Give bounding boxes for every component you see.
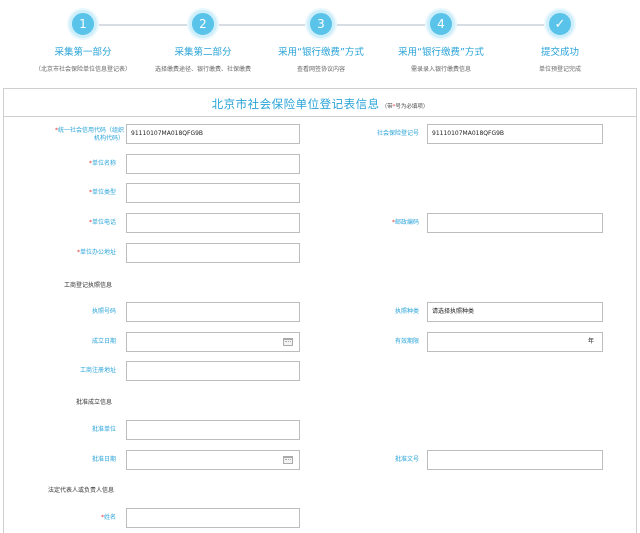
step-5-title: 提交成功 xyxy=(540,47,579,58)
approve-date-label: 批准日期 xyxy=(91,456,116,463)
progress-steps: 1 采集第一部分 （北京市社会保险单位信息登记表） 2 采集第二部分 选择缴费途… xyxy=(0,0,640,82)
step-3-desc: 查看网签协议内容 xyxy=(296,66,345,73)
person-name-label: *姓名 xyxy=(100,514,116,521)
unit-name-label: *单位名称 xyxy=(88,160,116,167)
step-4-desc: 需录录入银行缴费信息 xyxy=(410,66,471,73)
step-4-number: 4 xyxy=(427,10,455,38)
approve-unit-input[interactable] xyxy=(126,420,300,440)
unit-type-label: *单位类型 xyxy=(88,189,116,196)
year-suffix: 年 xyxy=(587,338,594,345)
form-title: 北京市社会保险单位登记表信息 xyxy=(211,97,380,111)
step-2-number: 2 xyxy=(189,10,217,38)
step-3-number: 3 xyxy=(307,10,335,38)
social-no-input[interactable]: 91110107MA018QFG9B xyxy=(427,124,603,144)
approve-unit-label: 批准单位 xyxy=(91,426,116,433)
step-1-number: 1 xyxy=(69,10,97,38)
step-1-desc: （北京市社会保险单位信息登记表） xyxy=(34,66,131,73)
section-business-license: 工商登记执照信息 xyxy=(64,282,113,289)
social-no-label: 社会保险登记号 xyxy=(376,130,419,137)
calendar-icon[interactable] xyxy=(283,338,293,346)
section-legal-representative: 法定代表人或负责人信息 xyxy=(48,487,115,494)
credit-code-label: *统一社会信用代码（组织机构代码） xyxy=(54,127,124,142)
required-note: （带*号为必填项） xyxy=(381,104,429,110)
step-2-title: 采集第二部分 xyxy=(174,47,232,58)
license-type-label: 执照种类 xyxy=(394,308,419,315)
approve-doc-input[interactable] xyxy=(427,450,603,470)
step-2: 2 采集第二部分 选择缴费途径、银行缴费、社保缴费 xyxy=(143,10,263,73)
step-3-title: 采用“银行缴费”方式 xyxy=(278,47,364,58)
registration-form: 北京市社会保险单位登记表信息 （带*号为必填项） *统一社会信用代码（组织机构代码… xyxy=(3,88,637,533)
license-no-label: 执照号码 xyxy=(91,308,116,315)
unit-type-input[interactable] xyxy=(126,183,300,203)
person-name-input[interactable] xyxy=(126,508,300,528)
approve-date-input[interactable] xyxy=(126,450,300,470)
calendar-icon[interactable] xyxy=(283,456,293,464)
postcode-label: *邮政编码 xyxy=(391,219,419,226)
license-no-input[interactable] xyxy=(126,302,300,322)
valid-period-label: 有效期限 xyxy=(394,338,419,345)
approve-doc-label: 批准文号 xyxy=(394,456,419,463)
unit-name-input[interactable] xyxy=(126,154,300,174)
office-addr-input[interactable] xyxy=(126,243,300,263)
reg-addr-input[interactable] xyxy=(126,361,300,381)
step-4: 4 采用“银行缴费”方式 需录录入银行缴费信息 xyxy=(381,10,501,73)
step-4-title: 采用“银行缴费”方式 xyxy=(398,47,484,58)
reg-addr-label: 工商注册地址 xyxy=(79,367,116,374)
check-icon: ✓ xyxy=(546,10,574,38)
postcode-input[interactable] xyxy=(427,213,603,233)
step-2-desc: 选择缴费途径、银行缴费、社保缴费 xyxy=(154,66,251,73)
step-5: ✓ 提交成功 单位预登记完成 xyxy=(500,10,620,73)
step-1: 1 采集第一部分 （北京市社会保险单位信息登记表） xyxy=(23,10,143,73)
license-type-select[interactable]: 请选择执照种类 xyxy=(427,302,603,322)
step-3: 3 采用“银行缴费”方式 查看网签协议内容 xyxy=(261,10,381,73)
unit-phone-input[interactable] xyxy=(126,213,300,233)
office-addr-label: *单位办公地址 xyxy=(76,249,116,256)
valid-period-input[interactable]: 年 xyxy=(427,332,603,352)
step-1-title: 采集第一部分 xyxy=(54,47,112,58)
section-approval: 批准成立信息 xyxy=(76,399,113,406)
found-date-label: 成立日期 xyxy=(91,338,116,345)
credit-code-input[interactable]: 91110107MA018QFG9B xyxy=(126,124,300,144)
unit-phone-label: *单位电话 xyxy=(88,219,116,226)
found-date-input[interactable] xyxy=(126,332,300,352)
form-title-bar: 北京市社会保险单位登记表信息 （带*号为必填项） xyxy=(4,89,636,117)
step-5-desc: 单位预登记完成 xyxy=(538,66,581,73)
